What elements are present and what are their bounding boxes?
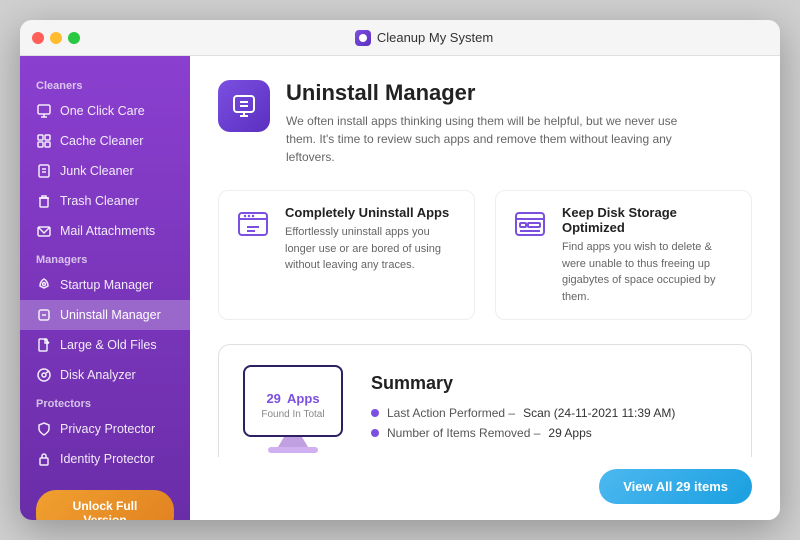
sidebar: Cleaners One Click Care xyxy=(20,56,190,520)
page-title: Uninstall Manager xyxy=(286,80,706,106)
monitor-stand xyxy=(278,437,308,447)
main-content: Cleaners One Click Care xyxy=(20,56,780,520)
sidebar-item-label: Mail Attachments xyxy=(60,224,155,238)
sidebar-item-label: One Click Care xyxy=(60,104,145,118)
view-all-button[interactable]: View All 29 items xyxy=(599,469,752,504)
sidebar-item-label: Trash Cleaner xyxy=(60,194,139,208)
sidebar-bottom: Unlock Full Version xyxy=(20,474,190,520)
summary-info: Summary Last Action Performed – Scan (24… xyxy=(371,373,727,446)
sidebar-item-large-old-files[interactable]: Large & Old Files xyxy=(20,330,190,360)
sidebar-item-label: Large & Old Files xyxy=(60,338,157,352)
uninstall-feature-icon xyxy=(233,205,273,245)
sidebar-item-label: Junk Cleaner xyxy=(60,164,134,178)
rocket-icon xyxy=(36,277,52,293)
feature-text-disk: Keep Disk Storage Optimized Find apps yo… xyxy=(562,205,737,305)
feature-text-uninstall: Completely Uninstall Apps Effortlessly u… xyxy=(285,205,460,274)
sidebar-item-uninstall-manager[interactable]: Uninstall Manager xyxy=(20,300,190,330)
page-header: Uninstall Manager We often install apps … xyxy=(218,80,752,166)
maximize-button[interactable] xyxy=(68,32,80,44)
monitor-display: 29 Apps Found In Total xyxy=(243,365,343,437)
file-large-icon xyxy=(36,337,52,353)
monitor-sublabel: Found In Total xyxy=(261,409,324,420)
feature-title: Completely Uninstall Apps xyxy=(285,205,460,220)
feature-desc: Find apps you wish to delete & were unab… xyxy=(562,239,737,305)
monitor-icon xyxy=(36,103,52,119)
app-count: 29 Apps xyxy=(266,383,319,409)
file-icon xyxy=(36,163,52,179)
sidebar-item-mail-attachments[interactable]: Mail Attachments xyxy=(20,216,190,246)
trash-icon xyxy=(36,193,52,209)
feature-card-uninstall: Completely Uninstall Apps Effortlessly u… xyxy=(218,190,475,320)
content-area: Uninstall Manager We often install apps … xyxy=(190,56,780,457)
sidebar-item-label: Privacy Protector xyxy=(60,422,155,436)
sidebar-item-privacy-protector[interactable]: Privacy Protector xyxy=(20,414,190,444)
summary-key: Last Action Performed – xyxy=(387,406,515,420)
sidebar-section-cleaners: Cleaners xyxy=(20,72,190,96)
feature-title: Keep Disk Storage Optimized xyxy=(562,205,737,235)
app-title: Cleanup My System xyxy=(377,30,493,45)
sidebar-item-label: Identity Protector xyxy=(60,452,155,466)
monitor-wrap: 29 Apps Found In Total xyxy=(243,365,343,453)
grid-icon xyxy=(36,133,52,149)
content-footer: View All 29 items xyxy=(190,457,780,520)
sidebar-section-managers: Managers xyxy=(20,246,190,270)
sidebar-item-trash-cleaner[interactable]: Trash Cleaner xyxy=(20,186,190,216)
lock-icon xyxy=(36,451,52,467)
summary-row-action: Last Action Performed – Scan (24-11-2021… xyxy=(371,406,727,420)
summary-value: Scan (24-11-2021 11:39 AM) xyxy=(523,406,675,420)
sidebar-item-disk-analyzer[interactable]: Disk Analyzer xyxy=(20,360,190,390)
sidebar-item-startup-manager[interactable]: Startup Manager xyxy=(20,270,190,300)
dot-icon xyxy=(371,429,379,437)
page-header-text: Uninstall Manager We often install apps … xyxy=(286,80,706,166)
unlock-full-version-button[interactable]: Unlock Full Version xyxy=(36,490,174,520)
feature-card-disk: Keep Disk Storage Optimized Find apps yo… xyxy=(495,190,752,320)
sidebar-item-label: Disk Analyzer xyxy=(60,368,136,382)
sidebar-item-label: Startup Manager xyxy=(60,278,153,292)
page-header-icon xyxy=(218,80,270,132)
sidebar-item-cache-cleaner[interactable]: Cache Cleaner xyxy=(20,126,190,156)
disk-feature-icon xyxy=(510,205,550,245)
monitor-base xyxy=(268,447,318,453)
sidebar-item-label: Uninstall Manager xyxy=(60,308,161,322)
page-description: We often install apps thinking using the… xyxy=(286,112,706,166)
sidebar-item-one-click-care[interactable]: One Click Care xyxy=(20,96,190,126)
features-row: Completely Uninstall Apps Effortlessly u… xyxy=(218,190,752,320)
app-window: Cleanup My System Cleaners One Click Car… xyxy=(20,20,780,520)
titlebar: Cleanup My System xyxy=(20,20,780,56)
sidebar-item-identity-protector[interactable]: Identity Protector xyxy=(20,444,190,474)
summary-row-items: Number of Items Removed – 29 Apps xyxy=(371,426,727,440)
titlebar-title: Cleanup My System xyxy=(80,30,768,46)
close-button[interactable] xyxy=(32,32,44,44)
dot-icon xyxy=(371,409,379,417)
feature-desc: Effortlessly uninstall apps you longer u… xyxy=(285,224,460,274)
shield-icon xyxy=(36,421,52,437)
mail-icon xyxy=(36,223,52,239)
summary-heading: Summary xyxy=(371,373,727,394)
summary-card: 29 Apps Found In Total Summary Last Act xyxy=(218,344,752,457)
sidebar-item-junk-cleaner[interactable]: Junk Cleaner xyxy=(20,156,190,186)
uninstall-icon xyxy=(36,307,52,323)
minimize-button[interactable] xyxy=(50,32,62,44)
app-icon xyxy=(355,30,371,46)
summary-key: Number of Items Removed – xyxy=(387,426,540,440)
sidebar-item-label: Cache Cleaner xyxy=(60,134,143,148)
disk-icon xyxy=(36,367,52,383)
summary-value: 29 Apps xyxy=(548,426,591,440)
sidebar-section-protectors: Protectors xyxy=(20,390,190,414)
traffic-lights xyxy=(32,32,80,44)
